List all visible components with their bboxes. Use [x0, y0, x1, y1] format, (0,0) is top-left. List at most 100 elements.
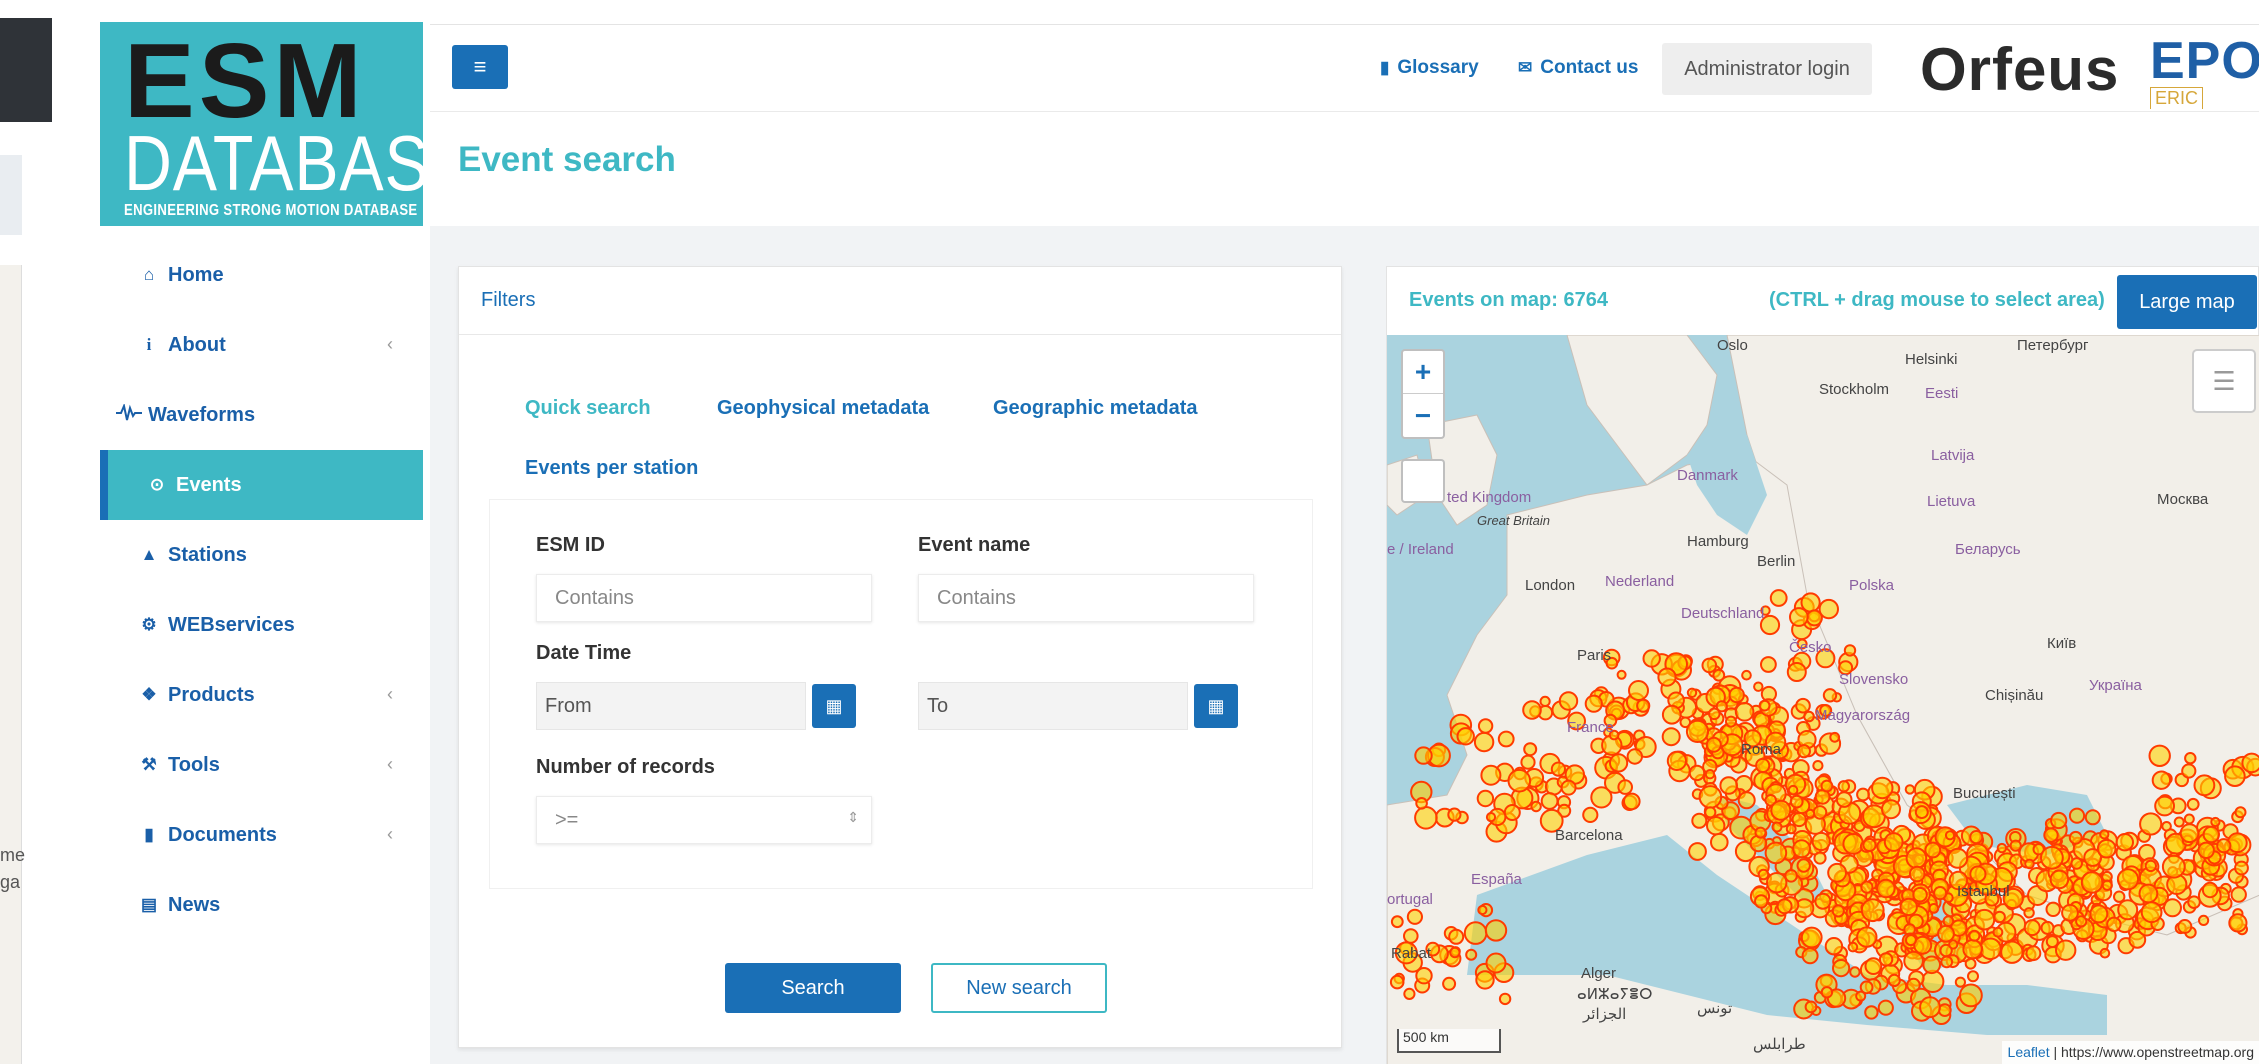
event-marker[interactable] — [2154, 795, 2175, 817]
event-marker[interactable] — [2061, 903, 2079, 922]
event-marker[interactable] — [1837, 780, 1850, 793]
event-marker[interactable] — [2075, 915, 2088, 928]
event-marker[interactable] — [1801, 947, 1819, 965]
event-marker[interactable] — [1628, 680, 1649, 701]
event-marker[interactable] — [1803, 710, 1815, 723]
event-marker[interactable] — [1661, 727, 1681, 747]
event-marker[interactable] — [1764, 841, 1788, 865]
event-marker[interactable] — [1864, 957, 1883, 975]
event-marker[interactable] — [1539, 695, 1551, 707]
event-marker[interactable] — [1406, 908, 1423, 925]
esm-database-logo[interactable]: ESM DATABASE ENGINEERING STRONG MOTION D… — [100, 22, 474, 226]
event-marker[interactable] — [1789, 607, 1809, 627]
new-search-button[interactable]: New search — [931, 963, 1107, 1013]
event-marker[interactable] — [2224, 765, 2246, 788]
tab-geophysical-metadata[interactable]: Geophysical metadata — [717, 397, 929, 420]
event-marker[interactable] — [1877, 999, 1894, 1016]
event-marker[interactable] — [1498, 992, 1512, 1006]
event-marker[interactable] — [1616, 669, 1627, 680]
event-marker[interactable] — [1864, 1005, 1879, 1020]
event-marker[interactable] — [1959, 983, 1983, 1008]
event-marker[interactable] — [1442, 976, 1457, 991]
event-marker[interactable] — [2101, 879, 2113, 891]
event-marker[interactable] — [1447, 807, 1462, 822]
event-marker[interactable] — [1704, 806, 1717, 819]
event-marker[interactable] — [1969, 830, 1984, 845]
sidebar-item-webservices[interactable]: ⚙ WEBservices — [100, 590, 423, 660]
event-marker[interactable] — [1784, 869, 1798, 883]
event-marker[interactable] — [1477, 904, 1488, 916]
event-marker[interactable] — [2000, 940, 2024, 964]
event-marker[interactable] — [1758, 699, 1771, 712]
event-marker[interactable] — [1954, 976, 1967, 988]
event-marker[interactable] — [1520, 754, 1536, 770]
event-marker[interactable] — [2115, 833, 2134, 852]
event-marker[interactable] — [1862, 837, 1877, 853]
event-marker[interactable] — [1992, 926, 2004, 938]
event-marker[interactable] — [1904, 934, 1917, 947]
event-marker[interactable] — [1507, 768, 1532, 793]
event-marker[interactable] — [2023, 907, 2035, 919]
event-marker[interactable] — [1962, 939, 1983, 960]
event-marker[interactable] — [1688, 764, 1706, 782]
event-marker[interactable] — [2186, 797, 2200, 811]
event-marker[interactable] — [1691, 812, 1708, 829]
event-marker[interactable] — [1786, 662, 1807, 682]
event-marker[interactable] — [1887, 973, 1901, 988]
event-marker[interactable] — [2025, 945, 2042, 962]
event-marker[interactable] — [1859, 980, 1874, 995]
event-marker[interactable] — [2084, 809, 2101, 826]
event-marker[interactable] — [1617, 779, 1633, 795]
event-marker[interactable] — [1860, 880, 1874, 894]
event-marker[interactable] — [2187, 895, 2201, 910]
event-marker[interactable] — [1475, 970, 1495, 990]
event-marker[interactable] — [1741, 669, 1752, 681]
event-marker[interactable] — [1827, 862, 1848, 883]
event-marker[interactable] — [1582, 806, 1599, 823]
event-marker[interactable] — [1705, 736, 1722, 753]
event-marker[interactable] — [1843, 644, 1857, 657]
event-marker[interactable] — [1993, 910, 2006, 924]
event-marker[interactable] — [1856, 787, 1870, 802]
event-marker[interactable] — [2070, 857, 2084, 870]
date-to-calendar-button[interactable]: ▦ — [1194, 684, 1238, 728]
event-marker[interactable] — [2241, 752, 2259, 774]
event-marker[interactable] — [1914, 805, 1929, 820]
event-marker[interactable] — [1698, 785, 1723, 809]
event-marker[interactable] — [1636, 698, 1651, 713]
event-marker[interactable] — [1685, 719, 1710, 743]
event-marker[interactable] — [1973, 908, 1996, 931]
event-marker[interactable] — [2177, 919, 2193, 934]
tab-geographic-metadata[interactable]: Geographic metadata — [993, 397, 1198, 420]
event-marker[interactable] — [1477, 718, 1494, 734]
event-marker[interactable] — [1590, 786, 1613, 809]
event-marker[interactable] — [1795, 697, 1811, 714]
event-marker[interactable] — [2193, 774, 2216, 797]
event-marker[interactable] — [1829, 731, 1841, 743]
event-marker[interactable] — [1704, 769, 1716, 780]
event-marker[interactable] — [1881, 799, 1901, 820]
event-marker[interactable] — [1805, 808, 1816, 819]
event-marker[interactable] — [2045, 901, 2061, 917]
event-marker[interactable] — [1769, 589, 1788, 607]
event-map[interactable]: Oslo Helsinki Петербург Stockholm Eesti … — [1387, 335, 2259, 1064]
event-marker[interactable] — [1908, 865, 1926, 883]
event-marker[interactable] — [2201, 881, 2219, 899]
event-marker[interactable] — [1785, 823, 1797, 835]
zoom-in-button[interactable]: + — [1403, 351, 1443, 394]
event-marker[interactable] — [1403, 928, 1419, 944]
event-marker[interactable] — [1725, 715, 1737, 728]
event-marker[interactable] — [2230, 886, 2247, 903]
event-marker[interactable] — [1390, 915, 1404, 929]
event-marker[interactable] — [1757, 868, 1770, 881]
event-marker[interactable] — [1550, 761, 1566, 777]
event-marker[interactable] — [1922, 955, 1942, 975]
event-marker[interactable] — [1657, 667, 1677, 687]
event-marker[interactable] — [1814, 892, 1832, 910]
event-marker[interactable] — [1497, 730, 1515, 748]
event-marker[interactable] — [1463, 921, 1488, 945]
event-marker[interactable] — [2234, 860, 2249, 876]
event-marker[interactable] — [1737, 791, 1756, 810]
event-marker[interactable] — [1770, 799, 1792, 821]
event-marker[interactable] — [1558, 691, 1579, 711]
